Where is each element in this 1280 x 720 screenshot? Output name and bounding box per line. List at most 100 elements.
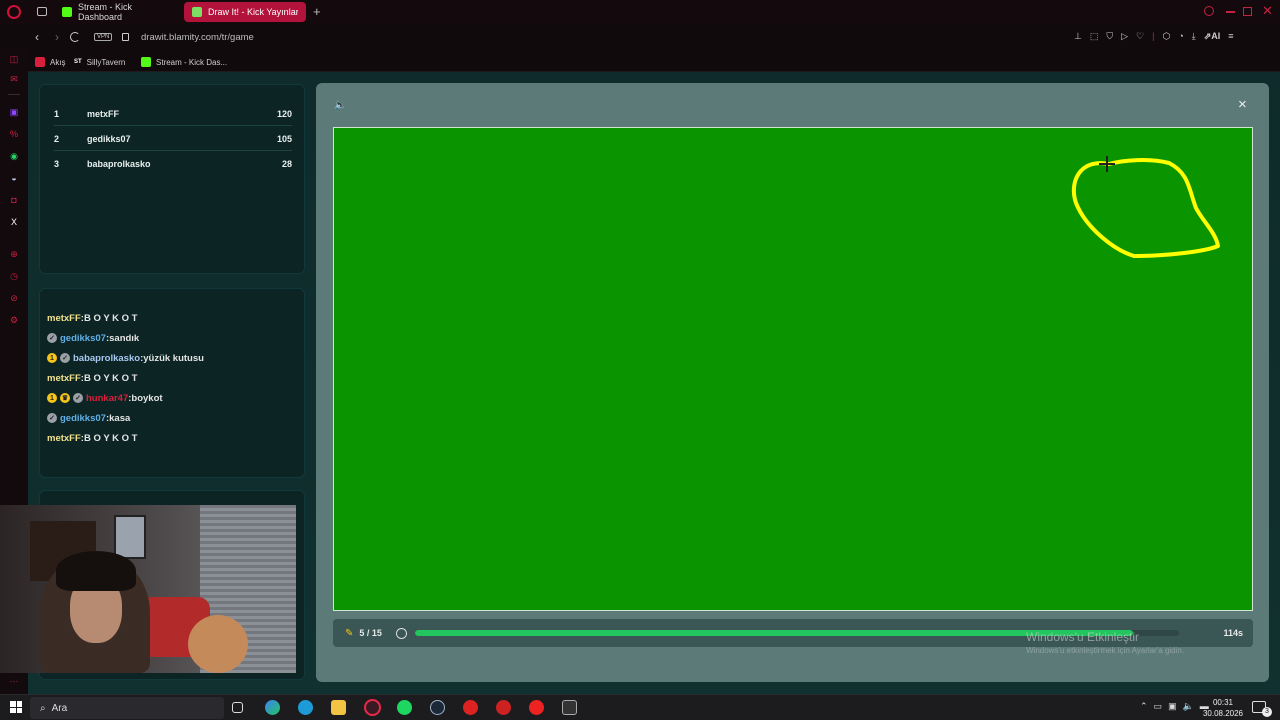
add-icon[interactable]: ⊕: [7, 247, 21, 261]
lock-icon: [122, 33, 129, 41]
bookmark-kick-dashboard[interactable]: Stream - Kick Das...: [141, 54, 227, 70]
edge-icon[interactable]: [298, 700, 313, 715]
tab-draw-it[interactable]: Draw It! - Kick Yayınları: [184, 2, 306, 22]
tray-display-icon[interactable]: ▭: [1154, 701, 1163, 712]
browser-tab-bar: Stream - Kick Dashboard Draw It! - Kick …: [0, 0, 1280, 24]
minimize-icon[interactable]: [1226, 11, 1235, 13]
steam-icon[interactable]: [430, 700, 445, 715]
clock[interactable]: 00:31 30.08.2026: [1202, 697, 1244, 719]
drawing-canvas[interactable]: [333, 127, 1253, 611]
spotify-icon[interactable]: [397, 700, 412, 715]
close-window-icon[interactable]: ✕: [1262, 3, 1273, 19]
chat-username[interactable]: metxFF: [47, 373, 81, 384]
task-view-icon[interactable]: [232, 702, 243, 713]
history-icon[interactable]: ◷: [7, 269, 21, 283]
snapshot-icon[interactable]: ⬚: [1090, 31, 1099, 42]
chat-text: boykot: [131, 392, 163, 404]
divider: |: [1152, 31, 1155, 41]
twitch-icon[interactable]: ▣: [7, 105, 21, 119]
new-tab-icon[interactable]: +: [313, 4, 321, 19]
tray-icons: ⌃ ▭ ▣ 🔈 ▬: [1140, 701, 1209, 712]
leaderboard-row: 3 babaprolkasko 28: [54, 152, 292, 176]
bookmark-sillytavern[interactable]: ST SillyTavern: [74, 54, 125, 70]
toolbar-icons: ⊥ ⬚ ⛉ ▷ ♡ | ⬡ ◔ ⤓ ⇗AI ≡: [1074, 31, 1234, 42]
workspaces-icon[interactable]: [37, 7, 47, 16]
more-icon[interactable]: ···: [7, 674, 21, 688]
chat-message: metxFF: B O Y K O T: [47, 430, 137, 446]
chat-username[interactable]: gedikks07: [60, 413, 106, 424]
chat-message: 1 ♛ ✓ hunkar47: boykot: [47, 390, 163, 406]
discord-icon[interactable]: ◒: [7, 171, 21, 185]
search-tabs-icon[interactable]: [1204, 6, 1214, 16]
chat-username[interactable]: metxFF: [47, 433, 81, 444]
play-icon[interactable]: ▷: [1121, 31, 1128, 42]
download-icon[interactable]: ⤓: [1192, 31, 1196, 42]
chat-username[interactable]: metxFF: [47, 313, 81, 324]
akis-favicon-icon: [35, 57, 45, 67]
speaker-icon[interactable]: 🔈: [334, 100, 346, 111]
epic-games-icon[interactable]: [562, 700, 577, 715]
pencil-icon: ✎: [345, 627, 354, 639]
recorder-icon[interactable]: [496, 700, 511, 715]
chat-username[interactable]: hunkar47: [86, 393, 128, 404]
round-counter: 5 / 15: [359, 628, 382, 638]
tray-volume-icon[interactable]: 🔈: [1183, 701, 1194, 712]
back-icon[interactable]: ‹: [35, 30, 39, 44]
webcam-poster: [114, 515, 146, 559]
taskbar-search[interactable]: ⌕ Ara: [30, 697, 224, 719]
messenger-icon[interactable]: ◫: [7, 52, 21, 66]
adblock-shield-icon[interactable]: ⛉: [1106, 31, 1113, 42]
kick-icon[interactable]: %: [7, 127, 21, 141]
subscriber-badge-icon: 1: [47, 353, 57, 363]
subscriber-badge-icon: 1: [47, 393, 57, 403]
opera-logo-icon[interactable]: [7, 5, 21, 19]
tray-chevron-icon[interactable]: ⌃: [1140, 701, 1148, 712]
instagram-icon[interactable]: ◘: [7, 193, 21, 207]
tab-kick-dashboard[interactable]: Stream - Kick Dashboard: [54, 2, 180, 22]
windows-start-icon[interactable]: [10, 701, 22, 713]
sillytavern-favicon-icon: ST: [74, 59, 82, 65]
chat-username[interactable]: gedikks07: [60, 333, 106, 344]
bookmark-akis[interactable]: Akış: [35, 54, 66, 70]
watermark-title: Windows'u Etkinleştir: [1026, 630, 1139, 644]
pinboard-icon[interactable]: ⊘: [7, 291, 21, 305]
tray-network-icon[interactable]: ▣: [1168, 701, 1177, 712]
bookmarks-bar: Akış ST SillyTavern Stream - Kick Das...: [0, 52, 1280, 72]
chat-message: metxFF: B O Y K O T: [47, 310, 137, 326]
kick-favicon-icon: [62, 7, 72, 17]
reload-icon[interactable]: [70, 32, 80, 42]
file-explorer-icon[interactable]: [331, 700, 346, 715]
webcam-plush: [188, 615, 248, 673]
crown-badge-icon: ♛: [60, 393, 70, 403]
x-icon[interactable]: X: [7, 215, 21, 229]
pin-icon[interactable]: ⊥: [1074, 31, 1082, 42]
chat-message: 1 ✓ babaprolkasko: yüzük kutusu: [47, 350, 204, 366]
mail-icon[interactable]: ✉: [7, 72, 21, 86]
stream-app-icon[interactable]: [529, 700, 544, 715]
close-modal-button[interactable]: ×: [1238, 96, 1247, 113]
copilot-icon[interactable]: [265, 700, 280, 715]
chat-username[interactable]: babaprolkasko: [73, 353, 140, 364]
forward-icon[interactable]: ›: [55, 30, 59, 44]
settings-icon[interactable]: ⚙: [7, 313, 21, 327]
chat-text: sandık: [109, 332, 140, 344]
chat-panel: metxFF: B O Y K O T ✓ gedikks07: sandık 1 ✓ bab…: [39, 288, 305, 478]
opera-taskbar-icon[interactable]: [364, 699, 381, 716]
heart-icon[interactable]: ♡: [1136, 31, 1144, 42]
crosshair-cursor-icon: [1099, 156, 1115, 172]
maximize-icon[interactable]: [1243, 7, 1252, 16]
leaderboard-row: 2 gedikks07 105: [54, 127, 292, 151]
verified-badge-icon: ✓: [60, 353, 70, 363]
chat-text: yüzük kutusu: [143, 352, 204, 364]
leaderboard-name: babaprolkasko: [87, 159, 151, 169]
extensions-icon[interactable]: ⬡: [1162, 31, 1170, 42]
whatsapp-icon[interactable]: ◉: [7, 149, 21, 163]
leaderboard-panel: 1 metxFF 120 2 gedikks07 105 3 babaprolkasko 28: [39, 84, 305, 274]
account-icon[interactable]: ◔: [1178, 31, 1183, 42]
chat-message: ✓ gedikks07: sandık: [47, 330, 139, 346]
menu-icon[interactable]: ≡: [1228, 31, 1233, 42]
ai-button[interactable]: ⇗AI: [1204, 31, 1221, 42]
url-field[interactable]: drawit.blamity.com/tr/game: [141, 32, 254, 43]
app-icon[interactable]: [463, 700, 478, 715]
vpn-badge[interactable]: VPN: [94, 33, 113, 41]
